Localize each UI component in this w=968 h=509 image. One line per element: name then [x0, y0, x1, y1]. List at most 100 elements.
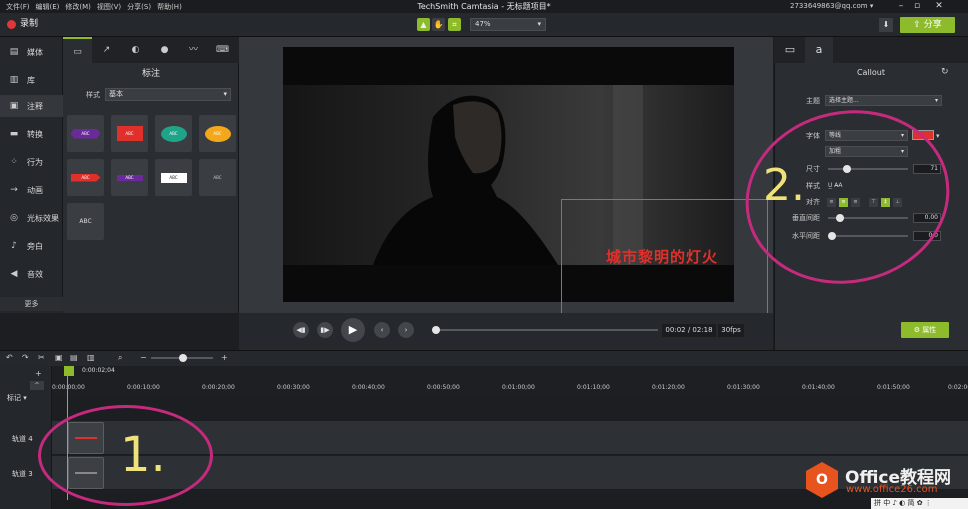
account-menu[interactable]: 2733649863@qq.com ▾ — [790, 0, 873, 13]
sidebar-item-label: 转换 — [27, 129, 43, 139]
sidebar-item-cursor-effects[interactable]: ◎ 光标效果 — [0, 207, 63, 229]
share-icon: ⇪ — [913, 20, 924, 30]
sidebar-item-label: 媒体 — [27, 47, 43, 57]
play-icon[interactable]: ▶ — [341, 318, 365, 342]
menu-edit[interactable]: 编辑(E) — [36, 2, 60, 12]
record-icon[interactable] — [7, 20, 16, 29]
style-select[interactable]: 基本 ▾ — [105, 88, 231, 101]
sidebar-item-audio-effects[interactable]: ◀ 音效 — [0, 263, 63, 285]
more-button[interactable]: 更多 — [0, 297, 63, 311]
sidebar-item-transitions[interactable]: ▬ 转换 — [0, 123, 63, 145]
callout-tile[interactable]: ABC — [67, 159, 104, 196]
next-icon[interactable]: › — [398, 322, 414, 338]
ruler-tick: 0:00:10;00 — [127, 384, 160, 391]
menu-file[interactable]: 文件(F) — [6, 2, 30, 12]
visual-properties-tab-icon[interactable]: ▭ — [776, 37, 804, 63]
callout-tile[interactable]: ABC — [199, 115, 236, 152]
sidebar-item-label: 光标效果 — [27, 213, 59, 223]
ruler-tick: 0:01:50;00 — [877, 384, 910, 391]
crop-tool-icon[interactable]: ⌗ — [448, 18, 461, 31]
callout-tile[interactable]: ABC — [111, 159, 148, 196]
callout-tile[interactable]: ABC — [199, 159, 236, 196]
undo-icon[interactable]: ↶ — [6, 353, 13, 362]
close-icon[interactable]: ✕ — [928, 0, 950, 13]
zoom-out-icon[interactable]: − — [140, 353, 147, 362]
annotation-type-tabs: ▭ ↗ ◐ ● 〰 ⌨ — [63, 37, 239, 63]
pointer-tool-icon[interactable]: ▲ — [417, 18, 430, 31]
zoom-in-icon[interactable]: + — [221, 353, 228, 362]
callout-tile[interactable]: ABC — [111, 115, 148, 152]
keystroke-tab-icon[interactable]: ⌨ — [208, 37, 237, 63]
sidebar: ▤ 媒体 ▥ 库 ▣ 注释 ▬ 转换 ⁘ 行为 → 动画 ◎ 光标效果 ♪ 旁白 ◀ 音效 — [0, 37, 63, 313]
callout-caption-text[interactable]: 城市黎明的灯火 — [606, 246, 718, 267]
timeline-zoom-handle[interactable] — [179, 354, 187, 362]
menu-share[interactable]: 分享(S) — [127, 2, 151, 12]
menu-help[interactable]: 帮助(H) — [157, 2, 182, 12]
sidebar-item-annotations[interactable]: ▣ 注释 — [0, 95, 63, 117]
callout-preview: ABC — [70, 128, 101, 139]
playhead-time: 0:00:02;04 — [82, 367, 115, 374]
menu-modify[interactable]: 修改(M) — [65, 2, 91, 12]
theme-select[interactable]: 选择主题... ▾ — [825, 95, 942, 106]
fps-display[interactable]: 30fps — [718, 324, 744, 337]
callout-preview: ABC — [116, 126, 143, 141]
share-button[interactable]: ⇪ 分享 — [900, 17, 955, 33]
arrow-tab-icon[interactable]: ↗ — [92, 37, 121, 63]
step-back-icon[interactable]: ◀▮ — [293, 322, 309, 338]
chevron-down-icon: ▾ — [537, 20, 541, 28]
shape-tab-icon[interactable]: ◐ — [121, 37, 150, 63]
menu-view[interactable]: 视图(V) — [97, 2, 121, 12]
sidebar-item-behaviors[interactable]: ⁘ 行为 — [0, 151, 63, 173]
callout-tile[interactable]: ABC — [67, 115, 104, 152]
properties-title: Callout — [856, 68, 886, 77]
collapse-icon[interactable]: ^ — [30, 381, 44, 390]
cut-icon[interactable]: ✂ — [38, 353, 45, 362]
copy-icon[interactable]: ▣ — [55, 353, 63, 362]
ruler-tick: 0:00:30;00 — [277, 384, 310, 391]
add-track-icon[interactable]: + — [35, 369, 42, 378]
ime-toolbar[interactable]: 拼 中 ♪ ◐ 简 ✿ ⋮ — [871, 498, 968, 509]
timeline-scrollbar[interactable] — [52, 500, 968, 509]
record-button[interactable]: 录制 — [20, 17, 38, 31]
properties-button-label: 属性 — [922, 326, 937, 334]
marker-label[interactable]: 标记 ▾ — [7, 393, 27, 403]
hand-tool-icon[interactable]: ✋ — [432, 18, 445, 31]
sidebar-item-label: 库 — [27, 75, 35, 85]
callout-preview: ABC — [160, 125, 187, 142]
paste-icon[interactable]: ▤ — [70, 353, 78, 362]
download-icon[interactable]: ⬇ — [879, 18, 893, 32]
sidebar-item-label: 旁白 — [27, 241, 43, 251]
chevron-down-icon[interactable]: ▾ — [936, 131, 940, 141]
scrubber-handle[interactable] — [432, 326, 440, 334]
callout-tile[interactable]: ABC — [155, 115, 192, 152]
track-label: 轨道 4 — [12, 435, 33, 443]
ruler-tick: 0:00:40;00 — [352, 384, 385, 391]
previous-icon[interactable]: ‹ — [374, 322, 390, 338]
maximize-icon[interactable]: ▫ — [906, 0, 928, 13]
callout-tab-icon[interactable]: ▭ — [63, 37, 92, 63]
callout-preview: ABC — [213, 175, 222, 180]
callout-tile[interactable]: ABC — [67, 203, 104, 240]
step-number-1: 1. — [120, 427, 166, 483]
split-icon[interactable]: ▥ — [87, 353, 95, 362]
reset-icon[interactable]: ↻ — [941, 67, 949, 77]
sidebar-item-library[interactable]: ▥ 库 — [0, 69, 63, 91]
timeline-ruler[interactable] — [52, 366, 968, 396]
blur-tab-icon[interactable]: ● — [150, 37, 179, 63]
zoom-search-icon[interactable]: ⌕ — [118, 353, 122, 363]
sidebar-item-animations[interactable]: → 动画 — [0, 179, 63, 201]
cursor-effect-icon: ◎ — [10, 213, 18, 223]
callout-tile[interactable]: ABC — [155, 159, 192, 196]
step-forward-icon[interactable]: ▮▶ — [317, 322, 333, 338]
sidebar-item-voice-narration[interactable]: ♪ 旁白 — [0, 235, 63, 257]
properties-button[interactable]: ⚙ 属性 — [901, 322, 949, 338]
zoom-value: 47% — [475, 20, 491, 28]
redo-icon[interactable]: ↷ — [22, 353, 29, 362]
camtasia-window: 文件(F) 编辑(E) 修改(M) 视图(V) 分享(S) 帮助(H) Tech… — [0, 0, 968, 509]
zoom-select[interactable]: 47% ▾ — [470, 18, 546, 31]
sketch-tab-icon[interactable]: 〰 — [179, 37, 208, 63]
sidebar-item-media[interactable]: ▤ 媒体 — [0, 41, 63, 63]
playback-scrubber[interactable] — [432, 329, 658, 331]
text-properties-tab-icon[interactable]: a — [805, 37, 833, 63]
playhead-handle[interactable] — [64, 366, 74, 376]
